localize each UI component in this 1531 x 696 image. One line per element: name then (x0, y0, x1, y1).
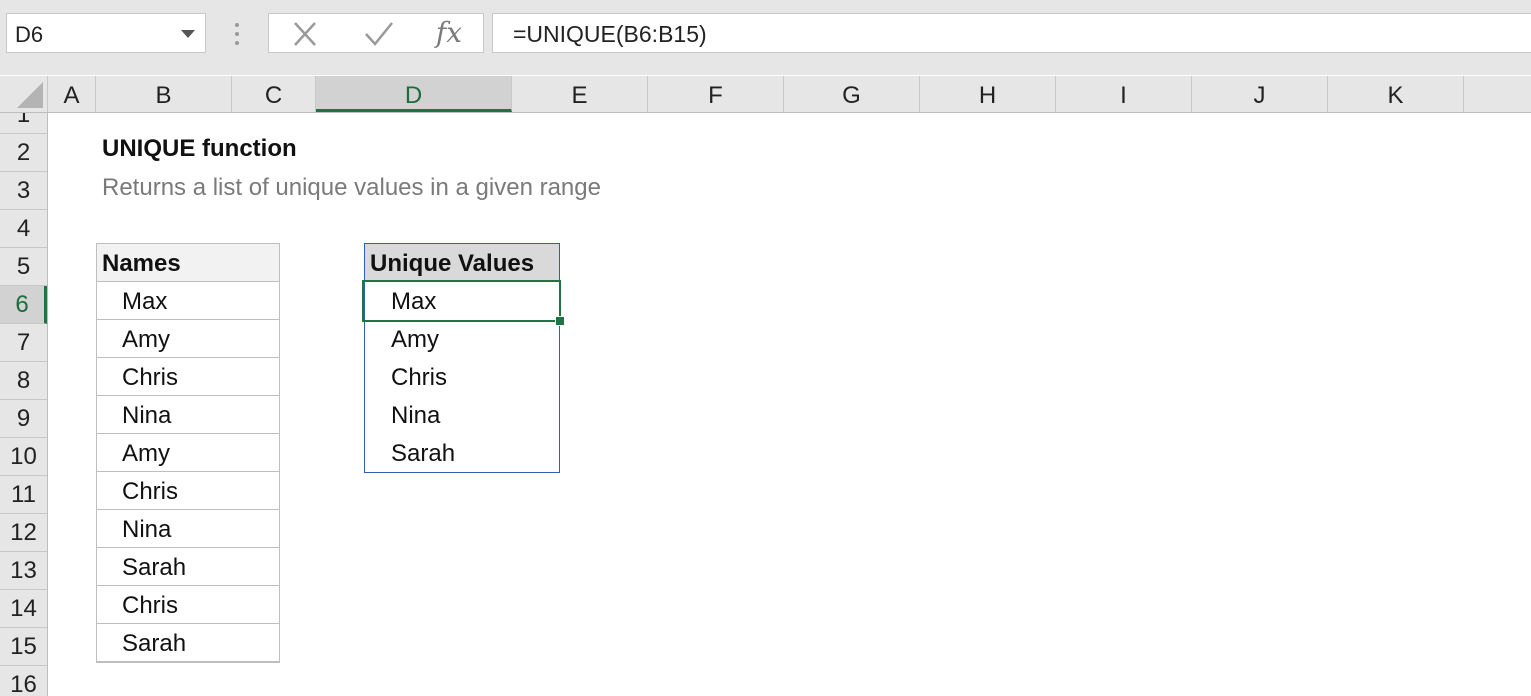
row-header-15[interactable]: 15 (0, 628, 47, 666)
unique-table-header[interactable]: Unique Values (365, 244, 559, 282)
row-header-3[interactable]: 3 (0, 172, 47, 210)
names-table: Names Max Amy Chris Nina Amy Chris Nina Sarah Chr… (96, 243, 280, 663)
select-all-icon (17, 82, 43, 108)
table-cell[interactable]: Chris (97, 472, 279, 510)
row-header-13[interactable]: 13 (0, 552, 47, 590)
row-header-12[interactable]: 12 (0, 514, 47, 552)
row-header-10[interactable]: 10 (0, 438, 47, 476)
chevron-down-icon[interactable] (181, 30, 195, 38)
column-header-i[interactable]: I (1056, 76, 1192, 112)
column-header-f[interactable]: F (648, 76, 784, 112)
row-header-2[interactable]: 2 (0, 134, 47, 172)
row-header-4[interactable]: 4 (0, 210, 47, 248)
table-cell[interactable]: Amy (365, 320, 559, 358)
drag-handle-icon[interactable] (228, 20, 246, 48)
column-header-d[interactable]: D (316, 76, 512, 112)
table-cell[interactable]: Chris (97, 586, 279, 624)
row-header-1[interactable]: 1 (0, 113, 47, 134)
table-cell[interactable]: Sarah (97, 548, 279, 586)
row-headers: 1 2 3 4 5 6 7 8 9 10 11 12 13 14 15 16 (0, 113, 48, 696)
table-cell[interactable]: Max (97, 282, 279, 320)
row-header-8[interactable]: 8 (0, 362, 47, 400)
table-cell[interactable]: Max (365, 282, 559, 320)
formula-text: =UNIQUE(B6:B15) (513, 21, 707, 47)
fill-handle[interactable] (555, 316, 565, 326)
enter-button[interactable] (361, 20, 397, 48)
table-cell[interactable]: Nina (365, 396, 559, 434)
table-cell[interactable]: Nina (97, 396, 279, 434)
table-cell[interactable]: Chris (365, 358, 559, 396)
row-header-9[interactable]: 9 (0, 400, 47, 438)
table-cell[interactable]: Sarah (365, 434, 559, 472)
column-header-e[interactable]: E (512, 76, 648, 112)
column-headers: ABCDEFGHIJK (0, 76, 1531, 113)
column-header-k[interactable]: K (1328, 76, 1464, 112)
checkmark-icon (365, 22, 393, 46)
worksheet-grid[interactable]: UNIQUE function Returns a list of unique… (48, 113, 1531, 696)
column-header-h[interactable]: H (920, 76, 1056, 112)
formula-bar: D6 fx =UNIQUE(B6:B15) (0, 0, 1531, 75)
column-header-g[interactable]: G (784, 76, 920, 112)
row-header-14[interactable]: 14 (0, 590, 47, 628)
table-cell[interactable]: Amy (97, 320, 279, 358)
formula-input[interactable]: =UNIQUE(B6:B15) (492, 13, 1531, 53)
cancel-button[interactable] (287, 20, 323, 48)
formula-buttons: fx (268, 13, 484, 53)
x-icon (294, 22, 316, 46)
row-header-5[interactable]: 5 (0, 248, 47, 286)
column-header-b[interactable]: B (96, 76, 232, 112)
row-header-7[interactable]: 7 (0, 324, 47, 362)
table-cell[interactable]: Chris (97, 358, 279, 396)
row-header-16[interactable]: 16 (0, 666, 47, 696)
column-header-j[interactable]: J (1192, 76, 1328, 112)
table-cell[interactable]: Amy (97, 434, 279, 472)
select-all-button[interactable] (0, 76, 48, 112)
name-box[interactable]: D6 (6, 13, 206, 53)
names-table-header[interactable]: Names (97, 244, 279, 282)
column-header-a[interactable]: A (48, 76, 96, 112)
row-header-11[interactable]: 11 (0, 476, 47, 514)
table-cell[interactable]: Sarah (97, 624, 279, 662)
insert-function-button[interactable]: fx (431, 16, 467, 49)
sheet-title[interactable]: UNIQUE function (102, 135, 297, 163)
unique-values-table: Unique Values Max Amy Chris Nina Sarah (364, 243, 560, 473)
column-header-c[interactable]: C (232, 76, 316, 112)
row-header-6[interactable]: 6 (0, 286, 47, 324)
name-box-value: D6 (15, 22, 44, 47)
sheet-subtitle[interactable]: Returns a list of unique values in a giv… (102, 174, 601, 202)
table-cell[interactable]: Nina (97, 510, 279, 548)
